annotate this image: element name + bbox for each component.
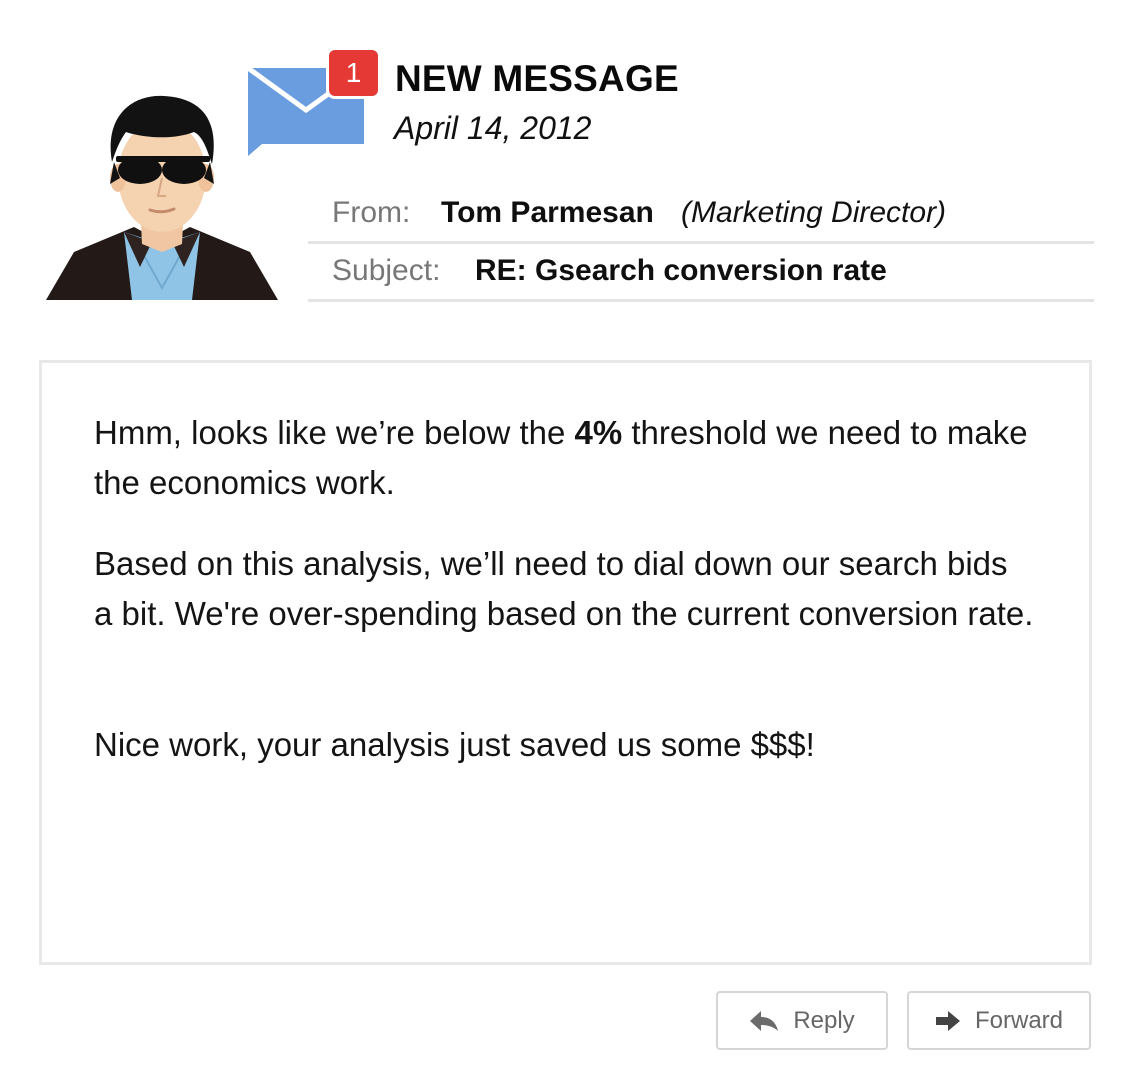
unread-count-badge: 1 — [326, 47, 381, 99]
message-body: Hmm, looks like we’re below the 4% thres… — [39, 360, 1092, 965]
forward-arrow-icon — [935, 1010, 961, 1032]
body-paragraph-1: Hmm, looks like we’re below the 4% thres… — [94, 408, 1034, 508]
reply-label: Reply — [793, 1006, 855, 1034]
from-row: From: Tom Parmesan (Marketing Director) — [308, 188, 1094, 244]
sender-avatar — [44, 92, 280, 302]
from-label: From: — [332, 196, 411, 229]
threshold-value: 4% — [574, 414, 623, 451]
forward-label: Forward — [974, 1006, 1064, 1034]
man-with-sunglasses-avatar-icon — [46, 95, 278, 300]
sender-role: (Marketing Director) — [681, 196, 947, 229]
reply-button[interactable]: Reply — [716, 991, 888, 1050]
subject-label: Subject: — [332, 254, 441, 287]
forward-button[interactable]: Forward — [907, 991, 1091, 1050]
subject-row: Subject: RE: Gsearch conversion rate — [308, 246, 1094, 302]
reply-arrow-icon — [749, 1010, 779, 1032]
message-date: April 14, 2012 — [394, 110, 592, 146]
body-paragraph-2: Based on this analysis, we’ll need to di… — [94, 545, 1034, 632]
body-paragraph-1-start: Hmm, looks like we’re below the — [94, 414, 575, 451]
notification-title: NEW MESSAGE — [395, 58, 679, 99]
subject-text: RE: Gsearch conversion rate — [475, 254, 887, 287]
body-paragraph-3: Nice work, your analysis just saved us s… — [94, 726, 815, 763]
sender-name: Tom Parmesan — [441, 196, 654, 229]
